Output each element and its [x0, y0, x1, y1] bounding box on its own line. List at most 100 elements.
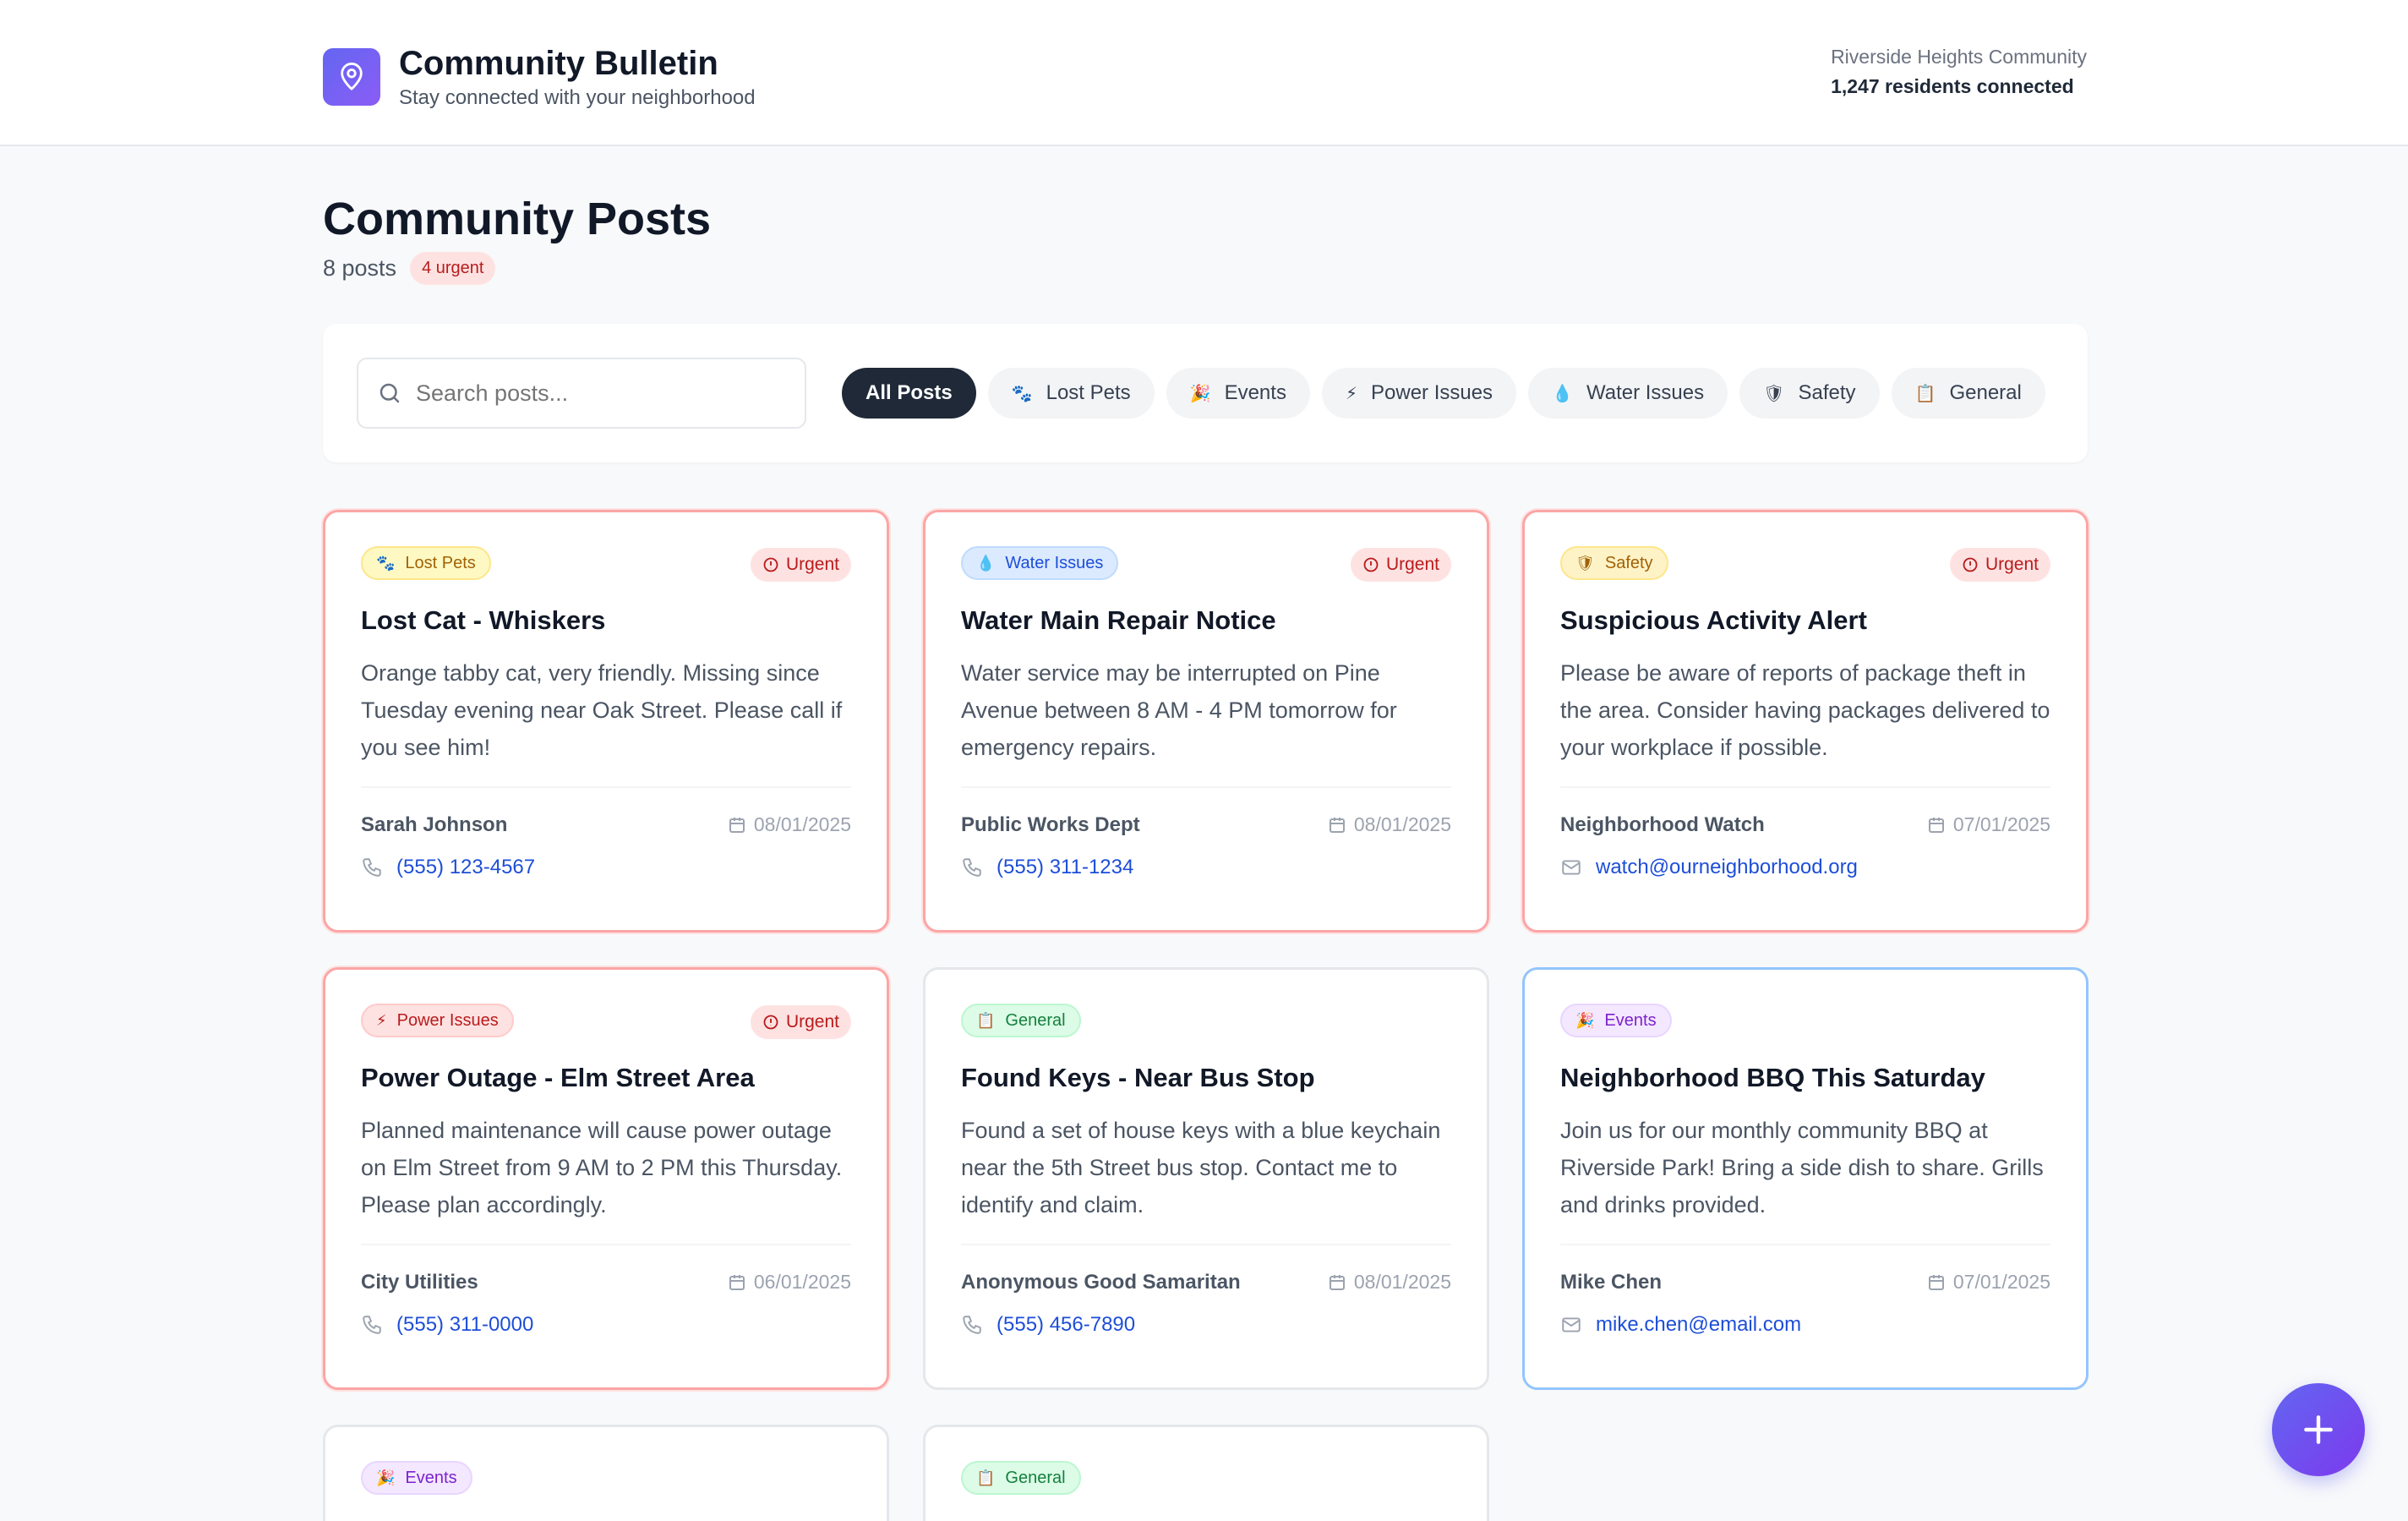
app-subtitle: Stay connected with your neighborhood: [399, 86, 756, 109]
filter-label: Power Issues: [1371, 381, 1493, 404]
urgent-label: Urgent: [785, 555, 839, 574]
urgent-badge: Urgent: [1949, 548, 2050, 582]
calendar-icon: [1928, 1274, 1944, 1290]
alert-circle-icon: [1963, 557, 1978, 572]
lightning-icon: ⚡: [376, 1011, 387, 1029]
urgent-label: Urgent: [1985, 555, 2039, 574]
calendar-icon: [729, 817, 745, 833]
phone-icon: [963, 858, 981, 877]
filter-label: Events: [1224, 381, 1286, 404]
post-title: Lost Cat - Whiskers: [361, 605, 606, 635]
filter-water-issues[interactable]: 💧 Water Issues: [1528, 368, 1728, 419]
category-label: Water Issues: [1005, 553, 1104, 572]
contact-link[interactable]: (555) 123-4567: [361, 856, 851, 879]
brand[interactable]: Community Bulletin Stay connected with y…: [323, 44, 756, 110]
post-card[interactable]: 🐾 Lost Pets Urgent Lost Cat - Whiskers Or…: [323, 510, 889, 933]
party-icon: 🎉: [1575, 1011, 1595, 1029]
search-box[interactable]: [357, 358, 806, 429]
filter-events[interactable]: 🎉 Events: [1166, 368, 1310, 419]
category-label: Events: [1604, 1010, 1657, 1030]
post-card[interactable]: 🎉 Events: [323, 1425, 889, 1521]
post-description: Orange tabby cat, very friendly. Missing…: [361, 660, 843, 760]
post-date: 07/01/2025: [1926, 813, 2050, 836]
alert-circle-icon: [1363, 557, 1379, 572]
divider: [361, 1244, 851, 1245]
contact-value: mike.chen@email.com: [1596, 1313, 1802, 1336]
residents-count: 1,247 residents connected: [1831, 75, 2074, 97]
filter-safety[interactable]: 🛡 Safety: [1739, 368, 1880, 419]
contact-value: (555) 311-0000: [396, 1313, 534, 1336]
category-filters: All Posts 🐾 Lost Pets 🎉 Events ⚡ Power Issu…: [842, 368, 2045, 419]
post-description: Join us for our monthly community BBQ at…: [1560, 1118, 2044, 1217]
post-title: Suspicious Activity Alert: [1560, 605, 1867, 635]
clipboard-icon: 📋: [1914, 384, 1936, 403]
divider: [961, 1244, 1451, 1245]
app-title: Community Bulletin: [399, 45, 718, 82]
category-badge: 🎉 Events: [1560, 1004, 1672, 1037]
post-card[interactable]: 🎉 Events Neighborhood BBQ This Saturday J…: [1522, 967, 2089, 1390]
filter-all-posts[interactable]: All Posts: [842, 368, 976, 419]
category-badge: 🐾 Lost Pets: [361, 546, 491, 580]
clipboard-icon: 📋: [976, 1011, 996, 1029]
divider: [961, 786, 1451, 788]
post-date: 08/01/2025: [1327, 813, 1451, 836]
add-post-button[interactable]: [2272, 1383, 2365, 1476]
filter-label: All Posts: [865, 381, 953, 404]
droplet-icon: 💧: [1552, 384, 1573, 403]
phone-icon: [363, 858, 381, 877]
post-description: Water service may be interrupted on Pine…: [961, 660, 1397, 760]
contact-value: (555) 456-7890: [997, 1313, 1136, 1336]
filter-general[interactable]: 📋 General: [1891, 368, 2045, 419]
contact-link[interactable]: watch@ourneighborhood.org: [1560, 856, 2050, 879]
post-title: Found Keys - Near Bus Stop: [961, 1063, 1315, 1092]
category-badge: 📋 General: [961, 1004, 1081, 1037]
post-card[interactable]: 📋 General Found Keys - Near Bus Stop Foun…: [923, 967, 1489, 1390]
post-card[interactable]: ⚡ Power Issues Urgent Power Outage - Elm …: [323, 967, 889, 1390]
post-title: Power Outage - Elm Street Area: [361, 1063, 755, 1092]
filter-label: Lost Pets: [1046, 381, 1131, 404]
contact-link[interactable]: (555) 456-7890: [961, 1313, 1451, 1337]
post-title: Water Main Repair Notice: [961, 605, 1276, 635]
post-card[interactable]: 📋 General: [923, 1425, 1489, 1521]
contact-value: (555) 123-4567: [396, 856, 536, 878]
community-info: Riverside Heights Community 1,247 reside…: [1831, 46, 2087, 98]
app-header: Community Bulletin Stay connected with y…: [0, 0, 2408, 146]
shield-icon: 🛡: [1575, 554, 1595, 572]
calendar-icon: [1329, 817, 1345, 833]
post-title: Neighborhood BBQ This Saturday: [1560, 1063, 1985, 1092]
mail-icon: [1562, 1317, 1581, 1332]
category-badge: 💧 Water Issues: [961, 546, 1119, 580]
paw-icon: 🐾: [376, 554, 396, 572]
filter-lost-pets[interactable]: 🐾 Lost Pets: [987, 368, 1155, 419]
search-icon: [379, 383, 400, 403]
category-label: General: [1005, 1468, 1066, 1487]
community-name: Riverside Heights Community: [1831, 46, 2087, 68]
urgent-label: Urgent: [785, 1012, 839, 1031]
search-input[interactable]: [416, 380, 754, 407]
date-value: 07/01/2025: [1952, 813, 2050, 835]
urgent-badge: Urgent: [750, 548, 851, 582]
contact-link[interactable]: (555) 311-0000: [361, 1313, 851, 1337]
date-value: 08/01/2025: [753, 813, 851, 835]
post-description: Planned maintenance will cause power out…: [361, 1118, 843, 1217]
post-card[interactable]: 💧 Water Issues Urgent Water Main Repair N…: [923, 510, 1489, 933]
phone-icon: [363, 1316, 381, 1334]
calendar-icon: [1928, 817, 1944, 833]
alert-circle-icon: [763, 557, 778, 572]
date-value: 08/01/2025: [1353, 1271, 1451, 1293]
contact-value: watch@ourneighborhood.org: [1596, 856, 1858, 878]
contact-link[interactable]: mike.chen@email.com: [1560, 1313, 2050, 1337]
filter-label: Safety: [1798, 381, 1856, 404]
post-card[interactable]: 🛡 Safety Urgent Suspicious Activity Alert…: [1522, 510, 2089, 933]
contact-value: (555) 311-1234: [997, 856, 1134, 878]
post-date: 06/01/2025: [727, 1271, 851, 1294]
calendar-icon: [729, 1274, 745, 1290]
party-icon: 🎉: [1189, 384, 1211, 403]
filter-power-issues[interactable]: ⚡ Power Issues: [1321, 368, 1517, 419]
calendar-icon: [1329, 1274, 1345, 1290]
urgent-count-badge: 4 urgent: [410, 252, 496, 285]
contact-link[interactable]: (555) 311-1234: [961, 856, 1451, 879]
category-badge: 🛡 Safety: [1560, 546, 1668, 580]
post-description: Found a set of house keys with a blue ke…: [961, 1118, 1441, 1217]
plus-icon: [2304, 1415, 2333, 1444]
